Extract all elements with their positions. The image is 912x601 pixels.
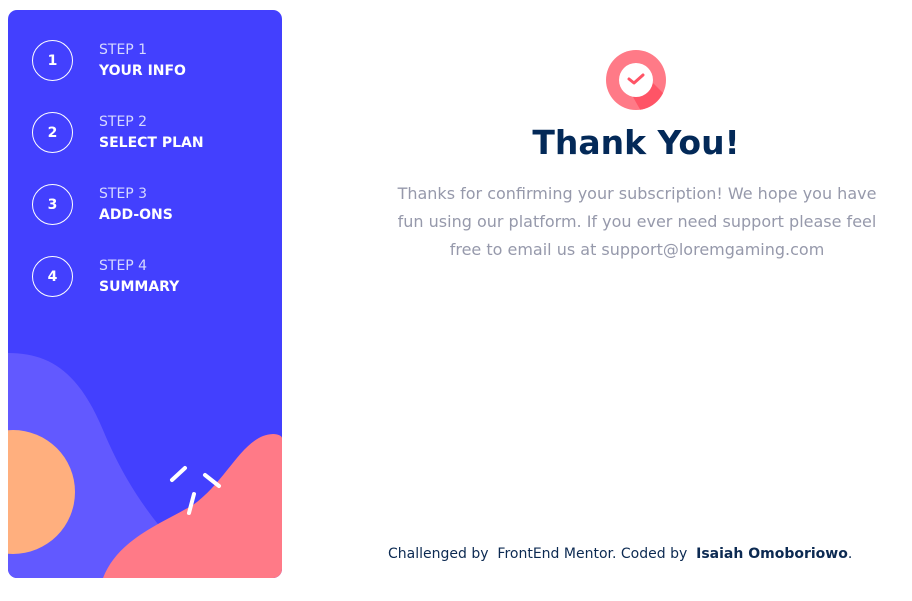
frontend-mentor-link[interactable]: FrontEnd Mentor bbox=[497, 546, 612, 562]
step-label: STEP 1 bbox=[99, 42, 148, 58]
attribution-text: Challenged by bbox=[388, 546, 489, 562]
step-label: STEP 4 bbox=[99, 258, 148, 274]
author-link[interactable]: Isaiah Omoboriowo bbox=[696, 546, 848, 562]
attribution-end: . bbox=[847, 546, 853, 562]
step-name: ADD-ONS bbox=[99, 207, 173, 223]
step-number: 3 bbox=[32, 184, 73, 225]
attribution-text: . Coded by bbox=[611, 546, 688, 562]
step-3[interactable]: 3 STEP 3 ADD-ONS bbox=[32, 184, 173, 225]
step-2[interactable]: 2 STEP 2 SELECT PLAN bbox=[32, 112, 204, 153]
check-circle-icon bbox=[606, 50, 666, 110]
confirmation-message: Thanks for confirming your subscription!… bbox=[397, 184, 877, 259]
step-label: STEP 3 bbox=[99, 186, 148, 202]
attribution: Challenged by FrontEnd Mentor. Coded by … bbox=[388, 546, 852, 562]
step-name: SUMMARY bbox=[99, 279, 180, 295]
sidebar: 1 STEP 1 YOUR INFO 2 STEP 2 SELECT PLAN 3 STE… bbox=[8, 10, 282, 578]
step-label: STEP 2 bbox=[99, 114, 148, 130]
step-number: 2 bbox=[32, 112, 73, 153]
step-name: YOUR INFO bbox=[99, 63, 186, 79]
step-number: 1 bbox=[32, 40, 73, 81]
thank-you-title: Thank You! bbox=[532, 123, 740, 162]
confirmation-panel: Thank You! Thanks for confirming your su… bbox=[282, 0, 912, 601]
step-1[interactable]: 1 STEP 1 YOUR INFO bbox=[32, 40, 186, 81]
step-name: SELECT PLAN bbox=[99, 135, 204, 151]
step-number: 4 bbox=[32, 256, 73, 297]
step-4[interactable]: 4 STEP 4 SUMMARY bbox=[32, 256, 179, 297]
